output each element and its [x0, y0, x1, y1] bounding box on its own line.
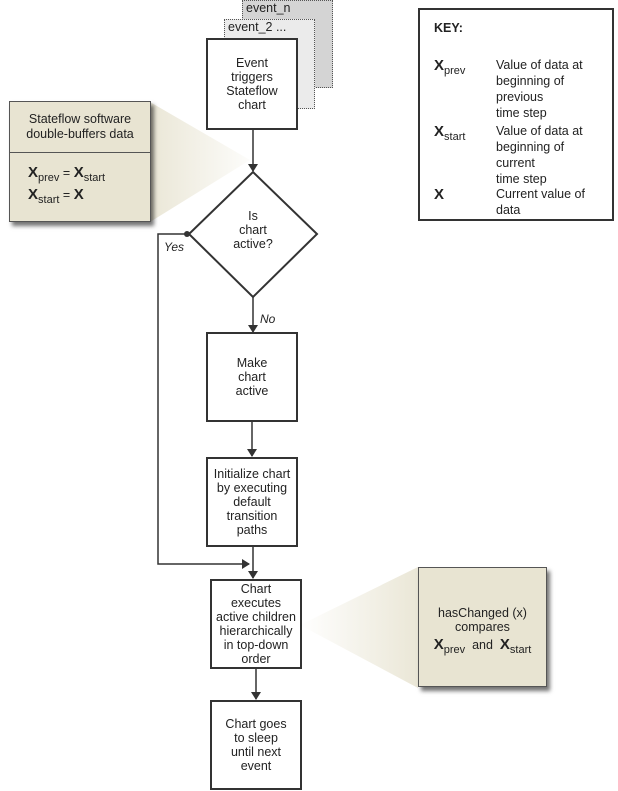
key-title: KEY:: [434, 21, 463, 35]
key-item-prev-desc: Value of data at beginning of previous t…: [496, 58, 583, 120]
edge-label-yes: Yes: [164, 240, 185, 254]
haschanged-compare: Xprev and Xstart: [419, 636, 546, 656]
eq2-lhs-sub: start: [38, 194, 60, 206]
node-decision-text: Is chart active?: [218, 205, 288, 255]
callout-double-buffer: Stateflow software double-buffers data X…: [9, 101, 151, 222]
legend-key: KEY: Xprev Value of data at beginning of…: [418, 8, 614, 221]
eq2-lhs: X: [28, 186, 39, 203]
edge-label-no: No: [260, 312, 276, 326]
eq1-rhs: X: [73, 164, 84, 181]
compare-b: X: [499, 636, 510, 653]
compare-a: X: [433, 636, 444, 653]
yes-junction-dot: [184, 231, 190, 237]
key-item-prev-sub: prev: [444, 65, 466, 77]
eq2-op: =: [62, 188, 71, 202]
decision-label: Is chart active?: [233, 209, 273, 251]
eq1-rhs-sub: start: [83, 172, 106, 184]
node-make-active: Make chart active: [206, 332, 298, 422]
eq1-lhs: X: [28, 164, 39, 181]
callout-double-buffer-title: Stateflow software double-buffers data: [10, 102, 150, 153]
node-initialize-text: Initialize chart by executing default tr…: [213, 467, 291, 537]
callout-haschanged: hasChanged (x) compares Xprev and Xstart: [418, 567, 547, 687]
node-sleep-text: Chart goes to sleep until next event: [225, 717, 287, 773]
node-initialize: Initialize chart by executing default tr…: [206, 457, 298, 547]
node-make-active-text: Make chart active: [235, 356, 269, 398]
equation-prev: Xprev = Xstart: [28, 164, 105, 184]
haschanged-line1: hasChanged (x): [438, 606, 527, 620]
key-item-current-sym: X: [434, 186, 445, 203]
event-card-2-label: event_2 ...: [228, 20, 287, 34]
eq2-rhs: X: [73, 186, 84, 203]
key-item-current-desc: Current value of data: [496, 187, 585, 217]
node-execute-text: Chart executes active children hierarchi…: [216, 582, 296, 666]
key-item-start-desc: Value of data at beginning of current ti…: [496, 124, 583, 186]
compare-b-sub: start: [509, 644, 532, 656]
compare-and: and: [472, 638, 493, 652]
equation-start: Xstart = X: [28, 186, 84, 206]
node-event-trigger: Event triggers Stateflow chart: [206, 38, 298, 130]
eq1-op: =: [62, 166, 71, 180]
key-item-start-sub: start: [444, 131, 466, 143]
node-execute: Chart executes active children hierarchi…: [210, 579, 302, 669]
eq1-lhs-sub: prev: [38, 172, 60, 184]
key-item-start-sym: X: [434, 123, 445, 140]
node-sleep: Chart goes to sleep until next event: [210, 700, 302, 790]
key-item-prev-sym: X: [434, 57, 445, 74]
event-card-n-label: event_n: [246, 1, 291, 15]
callout-wedge-haschanged: [300, 567, 418, 688]
node-event-trigger-text: Event triggers Stateflow chart: [226, 56, 278, 112]
haschanged-line2: compares: [455, 620, 510, 634]
compare-a-sub: prev: [443, 644, 466, 656]
